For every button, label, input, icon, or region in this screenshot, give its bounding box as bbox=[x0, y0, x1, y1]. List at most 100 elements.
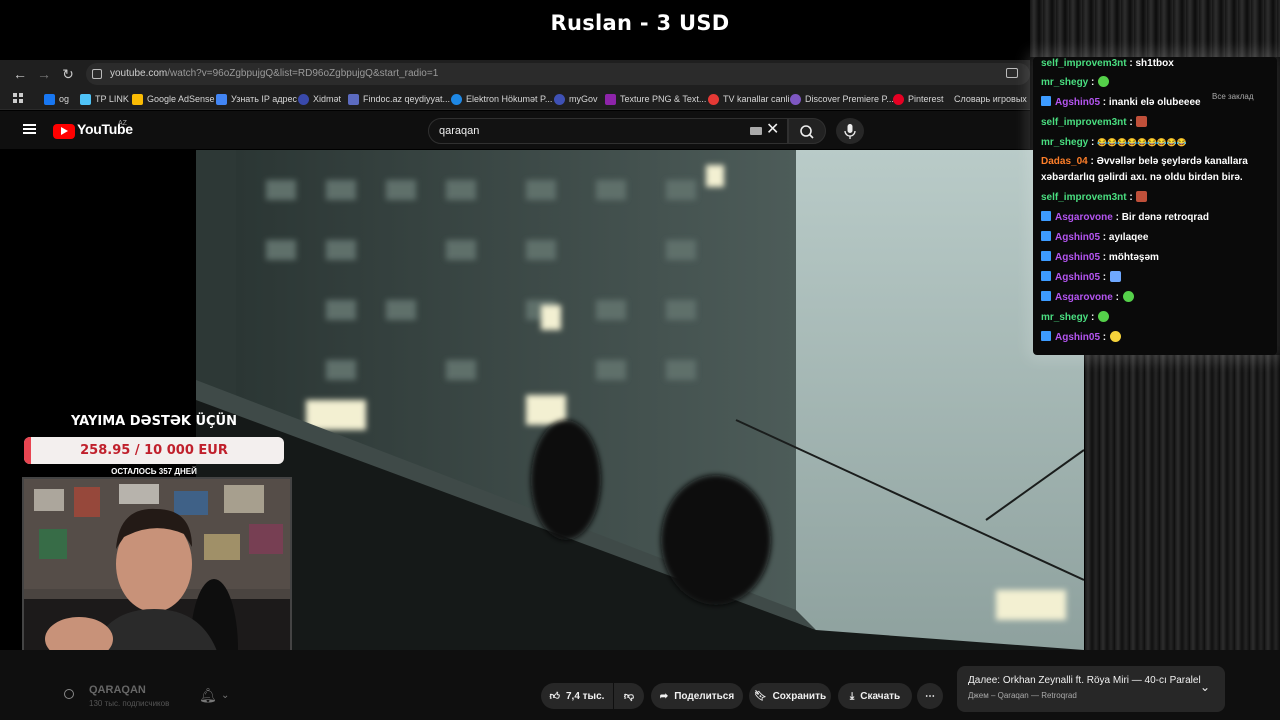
texture-icon bbox=[605, 93, 616, 105]
site-info-icon[interactable] bbox=[92, 69, 102, 79]
emote-icon bbox=[1098, 76, 1110, 87]
menu-icon[interactable] bbox=[23, 124, 36, 134]
chat-username: Agshin05 bbox=[1055, 232, 1101, 243]
chat-username: Agshin05 bbox=[1055, 272, 1101, 283]
bookmark-item[interactable]: Elektron Hökumət P... bbox=[451, 90, 552, 108]
chat-message: Agshin05 : ayılaqee bbox=[1041, 230, 1273, 246]
emote-icon bbox=[1136, 191, 1148, 202]
url-text: youtube.com/watch?v=96oZgbpujgQ&list=RD9… bbox=[110, 63, 438, 85]
bookmark-item[interactable]: Findoc.az qeydiyyat... bbox=[348, 90, 450, 108]
apps-grid-icon[interactable] bbox=[13, 93, 23, 103]
chevron-down-icon[interactable]: ⌄ bbox=[1200, 680, 1210, 694]
thumbs-up-icon: 👍︎ bbox=[549, 691, 560, 702]
search-input[interactable] bbox=[428, 118, 788, 144]
bookmark-item[interactable]: TV kanallar canli bbox=[708, 90, 790, 108]
save-button[interactable]: 🔖︎ Сохранить bbox=[749, 683, 831, 709]
bookmark-icon: 🔖︎ bbox=[753, 690, 767, 702]
chat-message: Dadas_04 : Əvvəllər belə şeylərdə kanall… bbox=[1041, 156, 1248, 183]
emote-icon bbox=[1109, 271, 1121, 282]
chat-text: Bir dənə retroqrad bbox=[1121, 212, 1209, 223]
share-button[interactable]: ➦ Поделиться bbox=[651, 683, 743, 709]
back-icon[interactable]: ← bbox=[10, 64, 30, 84]
video-player[interactable] bbox=[196, 150, 1084, 650]
chat-username: mr_shegy bbox=[1041, 77, 1089, 88]
url-path: /watch?v=96oZgbpujgQ&list=RD96oZgbpujgQ&… bbox=[167, 68, 439, 79]
xidmet-icon bbox=[298, 93, 309, 105]
bookmark-item[interactable]: Xidmət bbox=[298, 90, 341, 108]
bookmark-item[interactable]: og bbox=[44, 90, 69, 108]
channel-name[interactable]: QARAQAN bbox=[89, 684, 146, 696]
bookmark-item[interactable]: Словарь игровых ... bbox=[950, 90, 1030, 108]
prime-badge-icon bbox=[1041, 331, 1051, 341]
chat-text: möhtəşəm bbox=[1108, 252, 1159, 263]
all-bookmarks-label[interactable]: Все заклад bbox=[1212, 92, 1254, 101]
donation-remaining: ОСТАЛОСЬ 357 ДНЕЙ bbox=[111, 467, 197, 476]
chat-message: Agshin05 : bbox=[1041, 270, 1273, 286]
bookmark-label: TP LINK bbox=[95, 94, 129, 104]
chat-text: 😂😂😂😂😂😂😂😂😂 bbox=[1097, 138, 1187, 147]
download-button[interactable]: ⤓ Скачать bbox=[838, 683, 912, 709]
webcam-feed bbox=[22, 477, 292, 677]
pinterest-icon bbox=[893, 93, 904, 105]
reload-icon[interactable]: ↻ bbox=[58, 64, 78, 84]
emote-icon bbox=[1122, 291, 1134, 302]
chat-username: Agshin05 bbox=[1055, 332, 1101, 343]
dislike-button[interactable]: 👎︎ bbox=[614, 683, 644, 709]
share-icon: ➦ bbox=[659, 690, 669, 702]
chat-username: Agshin05 bbox=[1055, 252, 1101, 263]
search-icon bbox=[800, 125, 814, 139]
decorative-background bbox=[1030, 0, 1280, 57]
chat-message: Agshin05 : bbox=[1041, 330, 1273, 346]
video-frame bbox=[196, 150, 1084, 650]
subscriber-count: 130 тыс. подписчиков bbox=[89, 699, 170, 708]
mygov-icon bbox=[554, 93, 565, 105]
bookmark-item[interactable]: Pinterest bbox=[893, 90, 944, 108]
emote-icon bbox=[1136, 116, 1148, 127]
like-button[interactable]: 👍︎ 7,4 тыс. bbox=[541, 683, 613, 709]
bookmark-item[interactable]: Discover Premiere P... bbox=[790, 90, 894, 108]
bookmark-label: Узнать IP адрес bbox=[231, 94, 298, 104]
share-label: Поделиться bbox=[674, 690, 735, 702]
bell-icon[interactable]: 🔔︎ bbox=[199, 687, 217, 704]
chat-message: Asgarovone : Bir dənə retroqrad bbox=[1041, 210, 1273, 226]
chat-message: mr_shegy : bbox=[1041, 310, 1273, 326]
bookmark-label: Elektron Hökumət P... bbox=[466, 94, 553, 104]
search-value: qaraqan bbox=[439, 125, 480, 137]
save-label: Сохранить bbox=[772, 690, 827, 702]
chat-message: self_improvem3nt : bbox=[1041, 115, 1273, 131]
up-next-card[interactable] bbox=[957, 666, 1225, 712]
chat-username: self_improvem3nt bbox=[1041, 192, 1127, 203]
chat-username: Dadas_04 bbox=[1041, 156, 1088, 167]
chat-text: sh1tbox bbox=[1135, 58, 1174, 69]
clear-search-icon[interactable]: ✕ bbox=[766, 120, 779, 140]
search-button[interactable] bbox=[788, 118, 826, 144]
prime-badge-icon bbox=[1041, 291, 1051, 301]
thumbs-down-icon: 👎︎ bbox=[623, 691, 635, 702]
keyboard-icon[interactable] bbox=[750, 127, 762, 135]
chat-message: Agshin05 : möhtəşəm bbox=[1041, 250, 1273, 266]
play-icon bbox=[61, 127, 68, 135]
bookmark-item[interactable]: Google AdSense bbox=[132, 90, 215, 108]
bookmark-item[interactable]: Texture PNG & Text... bbox=[605, 90, 706, 108]
voice-search-button[interactable] bbox=[836, 118, 864, 144]
bookmark-label: Google AdSense bbox=[147, 94, 215, 104]
cast-icon[interactable] bbox=[1006, 68, 1018, 78]
bookmark-item[interactable]: Узнать IP адрес bbox=[216, 90, 297, 108]
channel-avatar[interactable] bbox=[64, 689, 74, 699]
prime-badge-icon bbox=[1041, 211, 1051, 221]
tv-icon bbox=[708, 93, 719, 105]
more-actions-button[interactable]: ⋯ bbox=[917, 683, 943, 709]
bookmark-label: Xidmət bbox=[313, 94, 342, 104]
chat-message: self_improvem3nt : bbox=[1041, 190, 1273, 206]
bookmark-item[interactable]: myGov bbox=[554, 90, 598, 108]
donation-amount: 258.95 / 10 000 EUR bbox=[80, 443, 228, 458]
ip-icon bbox=[216, 93, 227, 105]
like-count: 7,4 тыс. bbox=[565, 690, 605, 702]
bookmark-label: Словарь игровых ... bbox=[954, 94, 1030, 104]
download-label: Скачать bbox=[860, 690, 901, 702]
chat-message: mr_shegy : 😂😂😂😂😂😂😂😂😂 bbox=[1041, 137, 1187, 148]
chevron-down-icon[interactable]: ⌄ bbox=[221, 690, 229, 701]
forward-icon[interactable]: → bbox=[34, 64, 54, 84]
bookmark-item[interactable]: TP LINK bbox=[80, 90, 129, 108]
up-next-title: Далее: Orkhan Zeynalli ft. Röya Miri — 4… bbox=[968, 675, 1201, 686]
